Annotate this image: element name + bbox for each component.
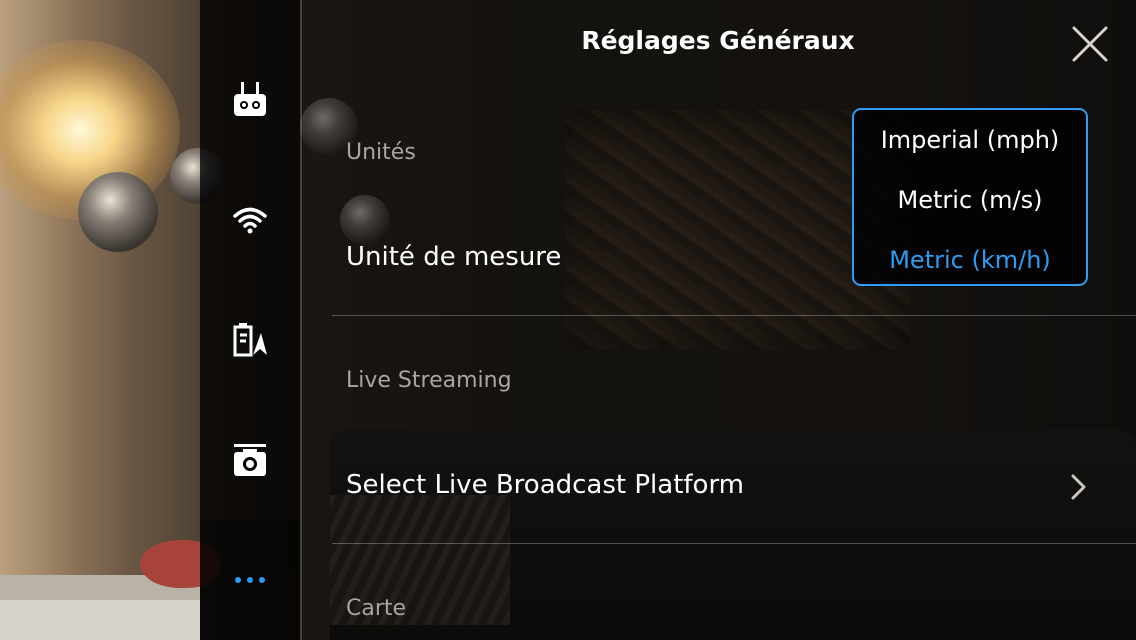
page-title: Réglages Généraux	[581, 26, 855, 55]
unit-dropdown[interactable]: Imperial (mph) Metric (m/s) Metric (km/h…	[852, 108, 1088, 286]
remote-controller-icon	[234, 82, 266, 116]
chevron-right-icon	[1071, 474, 1086, 500]
camera-icon	[234, 444, 266, 476]
sidebar-item-more[interactable]	[200, 520, 300, 640]
unit-option-imperial-mph[interactable]: Imperial (mph)	[854, 112, 1086, 168]
unit-option-metric-ms[interactable]: Metric (m/s)	[854, 172, 1086, 228]
sidebar-item-remote-controller[interactable]	[200, 40, 300, 160]
more-icon	[235, 577, 265, 583]
sidebar-item-battery[interactable]	[200, 280, 300, 400]
sidebar-item-camera[interactable]	[200, 400, 300, 520]
separator	[332, 543, 1136, 544]
sidebar-item-wifi[interactable]	[200, 160, 300, 280]
close-icon	[1072, 26, 1108, 62]
section-label-units: Unités	[346, 140, 416, 165]
settings-sidebar	[200, 0, 300, 640]
unit-option-metric-kmh[interactable]: Metric (km/h)	[854, 232, 1086, 288]
sidebar-divider	[300, 0, 302, 640]
measure-unit-label[interactable]: Unité de mesure	[346, 242, 561, 272]
section-label-map: Carte	[346, 596, 407, 621]
close-button[interactable]	[1070, 24, 1110, 64]
live-broadcast-platform-label[interactable]: Select Live Broadcast Platform	[346, 470, 744, 500]
separator	[332, 315, 1136, 316]
camera-feed-background	[0, 0, 1136, 640]
battery-icon	[233, 323, 267, 357]
wifi-icon	[233, 207, 267, 234]
section-label-live-streaming: Live Streaming	[346, 368, 512, 393]
chevron-right-button[interactable]	[1068, 473, 1090, 505]
